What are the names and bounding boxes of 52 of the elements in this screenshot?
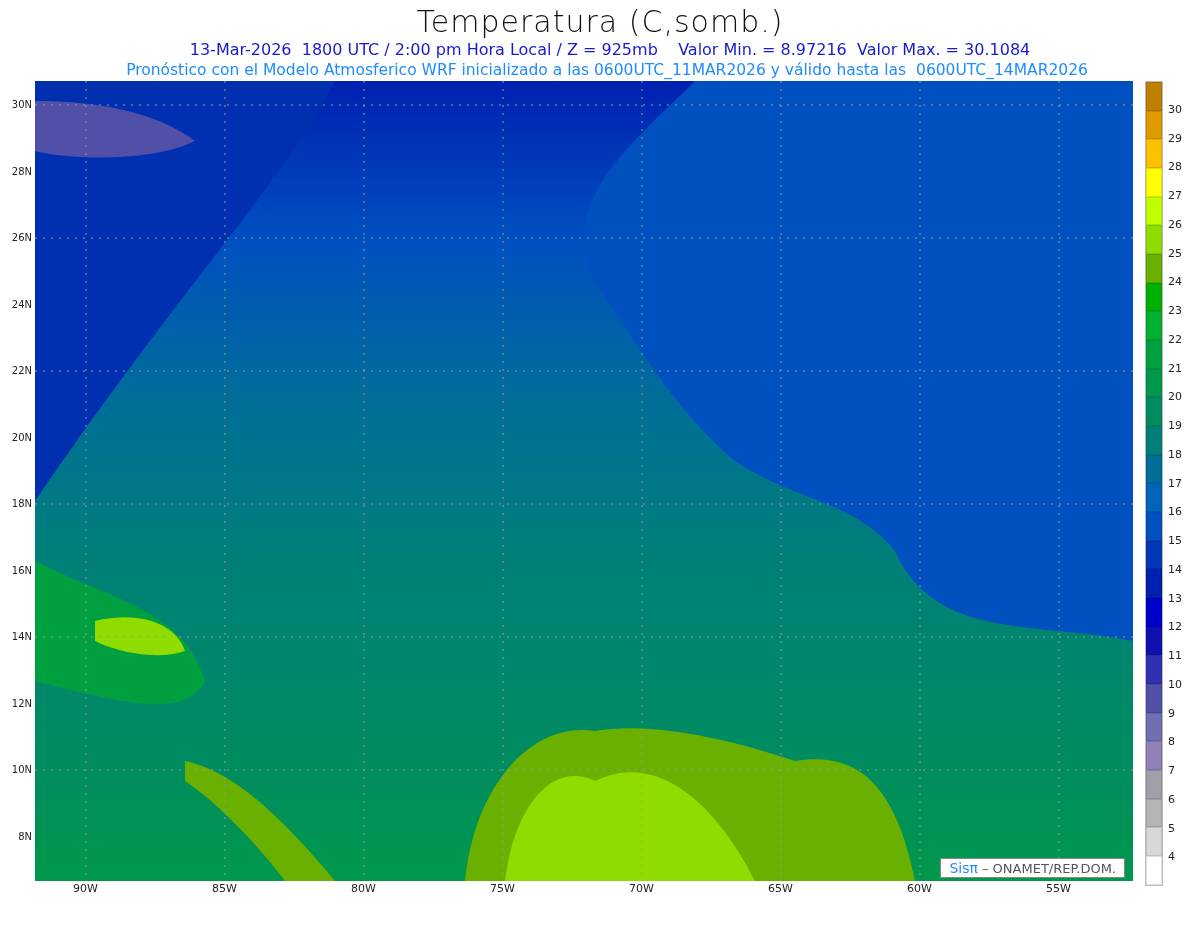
legend-label: 17 bbox=[1168, 476, 1182, 491]
forecast-note: Pronóstico con el Modelo Atmosferico WRF inicializado a las 0600UTC_11MAR2026 y válido hasta las 0600UTC_14MAR2026 bbox=[126, 60, 1088, 80]
latitude-label: 14N bbox=[11, 630, 33, 645]
legend-label: 9 bbox=[1168, 706, 1175, 721]
longitude-label: 80W bbox=[350, 881, 377, 897]
longitude-label: 65W bbox=[767, 881, 794, 897]
latitude-label: 30N bbox=[11, 98, 33, 112]
legend-label: 30 bbox=[1168, 102, 1182, 117]
legend-label: 15 bbox=[1168, 534, 1182, 548]
latitude-label: 18N bbox=[11, 497, 33, 512]
legend-label: 26 bbox=[1168, 217, 1182, 232]
legend-label: 14 bbox=[1168, 562, 1182, 577]
chart-title: Temperatura (C,somb.) bbox=[416, 4, 784, 40]
legend-label: 20 bbox=[1168, 390, 1182, 405]
legend-label: 6 bbox=[1168, 792, 1175, 807]
longitude-label: 70W bbox=[628, 881, 655, 897]
legend-label: 12 bbox=[1168, 620, 1182, 635]
legend-label: 21 bbox=[1168, 361, 1182, 376]
latitude-label: 10N bbox=[11, 763, 33, 778]
longitude-label: 90W bbox=[72, 881, 99, 897]
legend-label: 27 bbox=[1168, 189, 1182, 203]
legend-label: 18 bbox=[1168, 447, 1182, 462]
legend-label: 19 bbox=[1168, 419, 1182, 433]
logo-text: Sisπ bbox=[949, 860, 978, 876]
legend-label: 4 bbox=[1168, 850, 1175, 865]
legend-label: 7 bbox=[1168, 764, 1175, 778]
longitude-label: 60W bbox=[906, 881, 933, 897]
latitude-label: 20N bbox=[11, 430, 33, 445]
legend-label: 13 bbox=[1168, 591, 1182, 606]
longitude-label: 75W bbox=[489, 881, 516, 897]
latitude-label: 16N bbox=[11, 563, 33, 578]
legend-label: 24 bbox=[1168, 275, 1182, 290]
latitude-label: 12N bbox=[11, 696, 33, 711]
legend-label: 28 bbox=[1168, 160, 1182, 175]
latitude-label: 26N bbox=[11, 231, 33, 246]
latitude-label: 24N bbox=[11, 297, 33, 312]
latitude-label: 22N bbox=[11, 364, 33, 379]
latitude-label: 28N bbox=[11, 164, 33, 179]
legend-label: 5 bbox=[1168, 821, 1175, 836]
legend-label: 22 bbox=[1168, 332, 1182, 347]
legend-label: 16 bbox=[1168, 505, 1182, 520]
legend-label: 23 bbox=[1168, 304, 1182, 318]
credit-text: – ONAMET/REP.DOM. bbox=[981, 860, 1116, 876]
longitude-label: 55W bbox=[1045, 881, 1072, 897]
legend-label: 11 bbox=[1168, 649, 1182, 663]
legend-label: 29 bbox=[1168, 131, 1182, 146]
chart-subtitle: 13-Mar-2026 1800 UTC / 2:00 pm Hora Local / Z = 925mb Valor Min. = 8.97216 Valor Max. = 30.1084 bbox=[189, 40, 1031, 60]
legend-label: 25 bbox=[1168, 246, 1182, 261]
legend-label: 10 bbox=[1168, 677, 1182, 692]
latitude-label: 8N bbox=[18, 829, 33, 844]
longitude-label: 85W bbox=[211, 881, 238, 897]
legend-label: 8 bbox=[1168, 735, 1175, 750]
